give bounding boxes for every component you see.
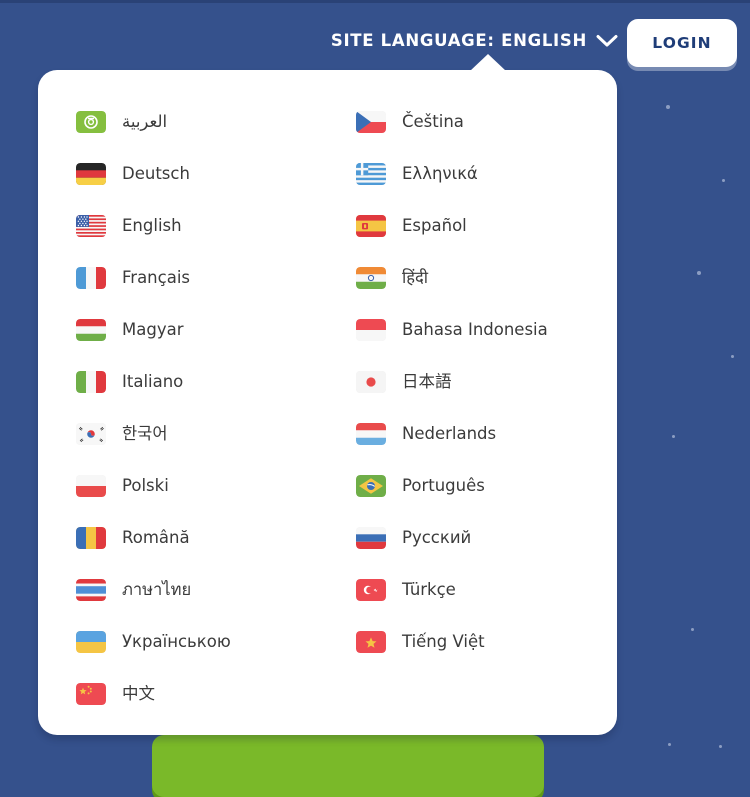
language-option-label: Deutsch (122, 163, 190, 183)
language-option-greece[interactable]: Ελληνικά (356, 148, 618, 200)
flag-hungary-icon (76, 319, 106, 341)
flag-indonesia-icon (356, 319, 386, 341)
flag-germany-icon (76, 163, 106, 185)
hero-cta-button[interactable] (152, 735, 544, 797)
language-option-ukraine[interactable]: Українською (76, 616, 338, 668)
flag-france-icon (76, 267, 106, 289)
star-decoration (722, 179, 725, 182)
language-option-spain[interactable]: Español (356, 200, 618, 252)
flag-spain-icon (356, 215, 386, 237)
language-option-label: العربية (122, 111, 168, 131)
flag-italy-icon (76, 371, 106, 393)
language-option-label: Magyar (122, 319, 184, 339)
site-language-label: SITE LANGUAGE: ENGLISH (330, 31, 587, 50)
language-dropdown-panel: العربية Čeština Deutsch Ελληνικά English Espa… (38, 54, 617, 735)
flag-saudi-arabia-icon (76, 111, 106, 133)
flag-united-states-icon (76, 215, 106, 237)
chevron-down-icon (596, 34, 618, 46)
language-option-japan[interactable]: 日本語 (356, 356, 618, 408)
flag-thailand-icon (76, 579, 106, 601)
language-option-saudi-arabia[interactable]: العربية (76, 96, 338, 148)
language-option-label: Türkçe (402, 579, 456, 599)
language-option-netherlands[interactable]: Nederlands (356, 408, 618, 460)
language-option-label: Polski (122, 475, 169, 495)
language-option-thailand[interactable]: ภาษาไทย (76, 564, 338, 616)
language-option-label: Ελληνικά (402, 163, 478, 183)
login-button[interactable]: LOGIN (627, 19, 737, 67)
flag-czech-republic-icon (356, 111, 386, 133)
flag-ukraine-icon (76, 631, 106, 653)
star-decoration (666, 105, 670, 109)
flag-india-icon (356, 267, 386, 289)
star-decoration (697, 271, 701, 275)
language-option-label: English (122, 215, 182, 235)
language-option-label: Français (122, 267, 191, 287)
language-option-label: हिंदी (402, 267, 429, 287)
language-option-label: Nederlands (402, 423, 497, 443)
language-option-label: Čeština (402, 111, 464, 131)
language-option-label: Italiano (122, 371, 184, 391)
language-option-turkey[interactable]: Türkçe (356, 564, 618, 616)
star-decoration (691, 628, 694, 631)
flag-poland-icon (76, 475, 106, 497)
language-option-italy[interactable]: Italiano (76, 356, 338, 408)
language-option-label: ภาษาไทย (122, 579, 192, 599)
flag-greece-icon (356, 163, 386, 185)
language-option-label: Español (402, 215, 467, 235)
language-option-india[interactable]: हिंदी (356, 252, 618, 304)
language-option-label: 日本語 (402, 371, 452, 391)
language-list: العربية Čeština Deutsch Ελληνικά English Espa… (38, 96, 617, 720)
language-option-vietnam[interactable]: Tiếng Việt (356, 616, 618, 668)
language-option-china[interactable]: 中文 (76, 668, 338, 720)
language-option-poland[interactable]: Polski (76, 460, 338, 512)
language-option-russia[interactable]: Русский (356, 512, 618, 564)
site-language-selector[interactable]: SITE LANGUAGE: ENGLISH (331, 31, 618, 50)
language-option-label: Bahasa Indonesia (402, 319, 548, 339)
flag-brazil-icon (356, 475, 386, 497)
language-option-label: Português (402, 475, 485, 495)
language-option-label: Українською (122, 631, 231, 651)
flag-russia-icon (356, 527, 386, 549)
language-option-label: 中文 (122, 683, 155, 703)
language-option-label: Русский (402, 527, 472, 547)
star-decoration (668, 743, 671, 746)
flag-japan-icon (356, 371, 386, 393)
language-option-united-states[interactable]: English (76, 200, 338, 252)
language-option-indonesia[interactable]: Bahasa Indonesia (356, 304, 618, 356)
language-option-label: Română (122, 527, 190, 547)
star-decoration (672, 435, 675, 438)
language-option-romania[interactable]: Română (76, 512, 338, 564)
flag-china-icon (76, 683, 106, 705)
flag-romania-icon (76, 527, 106, 549)
flag-netherlands-icon (356, 423, 386, 445)
grid-spacer (356, 668, 618, 720)
language-option-label: Tiếng Việt (402, 631, 485, 651)
flag-south-korea-icon (76, 423, 106, 445)
language-option-hungary[interactable]: Magyar (76, 304, 338, 356)
language-option-south-korea[interactable]: 한국어 (76, 408, 338, 460)
flag-turkey-icon (356, 579, 386, 601)
language-option-label: 한국어 (122, 423, 168, 443)
language-option-france[interactable]: Français (76, 252, 338, 304)
dropdown-notch-arrow (470, 54, 506, 71)
language-option-germany[interactable]: Deutsch (76, 148, 338, 200)
star-decoration (731, 355, 734, 358)
language-option-czech-republic[interactable]: Čeština (356, 96, 618, 148)
language-option-brazil[interactable]: Português (356, 460, 618, 512)
flag-vietnam-icon (356, 631, 386, 653)
star-decoration (719, 745, 722, 748)
